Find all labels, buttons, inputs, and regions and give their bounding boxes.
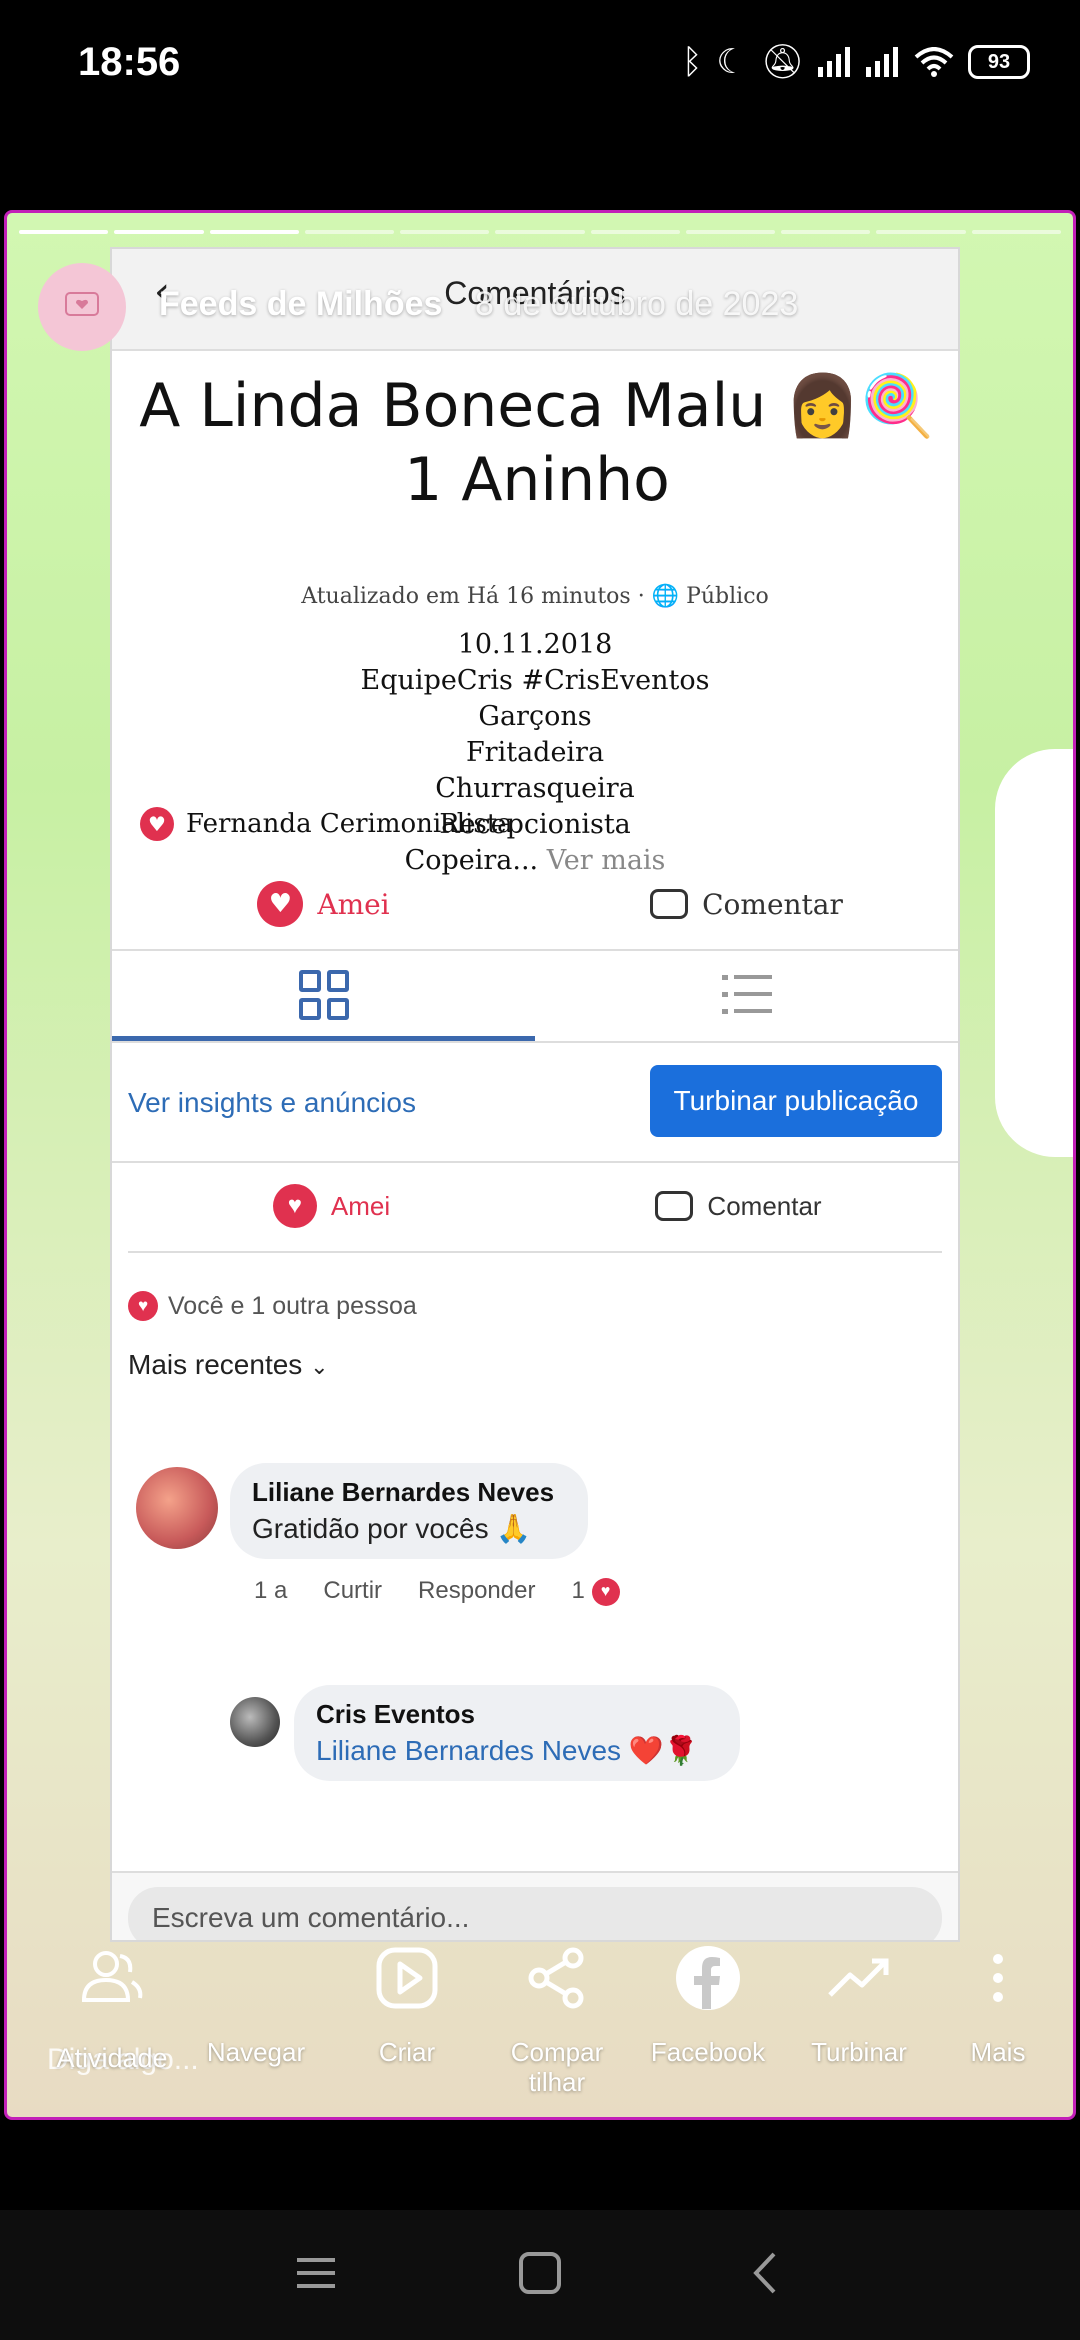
story-date: 8 de outubro de 2023: [475, 285, 799, 323]
signal-icon: [818, 47, 850, 77]
create-label: Criar: [378, 2037, 436, 2067]
activity-button[interactable]: Atividade: [37, 1933, 187, 2073]
reactor-line: ♥ Fernanda Cerimonialista: [140, 807, 513, 841]
wifi-icon: [914, 47, 954, 77]
post-screenshot: ‹ Comentários A Linda Boneca Malu 👩🍭 1 A…: [110, 247, 960, 1942]
page-avatar[interactable]: [38, 263, 126, 351]
comment-reactions: 1 ♥: [571, 1577, 620, 1606]
grid-icon: [298, 970, 349, 1020]
heart-icon: ♥: [272, 1184, 317, 1228]
view-tabs: [112, 949, 958, 1043]
post-meta: Atualizado em Há 16 minutos · 🌐 Público: [301, 584, 769, 609]
boost-post-button: Turbinar publicação: [650, 1065, 942, 1137]
more-button[interactable]: Mais: [923, 1933, 1073, 2067]
tab-list: [535, 949, 958, 1041]
comment-icon: [650, 889, 689, 919]
avatar: [230, 1697, 280, 1747]
create-button[interactable]: Criar: [332, 1933, 482, 2067]
status-icons: ᛒ ☾ 🔕︎ 93: [682, 42, 1030, 82]
comment-author: Liliane Bernardes Neves: [252, 1477, 555, 1507]
comment-label: Comentar: [702, 887, 843, 921]
people-icon: [81, 1951, 143, 2002]
bluetooth-icon: ᛒ: [681, 42, 703, 82]
browse-label: Navegar: [206, 2037, 306, 2067]
body-line: Garçons: [478, 701, 592, 732]
love-label: Amei: [330, 1190, 391, 1221]
activity-label: Atividade: [56, 2043, 168, 2073]
boost-button[interactable]: Turbinar: [784, 1933, 934, 2067]
body-line: Churrasqueira: [435, 773, 635, 804]
love-button: ♥ Amei: [112, 859, 535, 949]
story-page-name[interactable]: Feeds de Milhões: [159, 285, 442, 324]
trend-icon: [828, 1958, 889, 1997]
comment-reply-link: Responder: [418, 1577, 536, 1605]
avatar: [136, 1467, 218, 1549]
status-time: 18:56: [78, 40, 181, 84]
insights-link: Ver insights e anúncios: [128, 1087, 416, 1118]
body-line: Fritadeira: [465, 737, 605, 768]
sort-selector: Mais recentes ⌄: [128, 1349, 329, 1381]
body-line: EquipeCris #CrisEventos: [360, 665, 710, 696]
comment-text: Gratidão por vocês 🙏: [252, 1513, 532, 1544]
more-vertical-icon: [993, 1954, 1003, 2002]
moon-icon: ☾: [716, 42, 747, 82]
signal-icon: [866, 47, 898, 77]
list-icon: [721, 975, 772, 1014]
comment-like-link: Curtir: [323, 1577, 383, 1605]
comment-button: Comentar: [535, 1161, 942, 1251]
story-actions: Atividade Navegar Criar Compar tilhar Fac…: [7, 1933, 1073, 2117]
action-row-2: ♥ Amei Comentar: [128, 1161, 942, 1253]
comment-bubble: Liliane Bernardes Neves Gratidão por voc…: [230, 1463, 588, 1559]
comment-meta: 1 a Curtir Responder 1 ♥: [254, 1577, 620, 1606]
comment-author: Cris Eventos: [316, 1699, 475, 1729]
share-button[interactable]: Compar tilhar: [482, 1933, 632, 2097]
love-button: ♥ Amei: [128, 1161, 535, 1251]
chat-heart-icon: [65, 292, 99, 316]
post-body: 10.11.2018 EquipeCris #CrisEventos Garço…: [112, 627, 958, 879]
heart-icon: ♥: [591, 1577, 620, 1606]
more-label: Mais: [970, 2037, 1026, 2067]
recents-icon[interactable]: [295, 2248, 337, 2298]
comment-button: Comentar: [535, 859, 958, 949]
facebook-icon: [676, 1946, 740, 2010]
system-nav-bar: [0, 2210, 1080, 2340]
likes-text: Você e 1 outra pessoa: [168, 1291, 417, 1320]
reactor-name: Fernanda Cerimonialista: [186, 809, 513, 839]
browse-button[interactable]: Navegar: [181, 1933, 331, 2067]
comment-bubble: Cris Eventos Liliane Bernardes Neves ❤️🌹: [294, 1685, 740, 1781]
home-icon[interactable]: [518, 2248, 562, 2298]
comment-label: Comentar: [707, 1190, 822, 1221]
story-viewer[interactable]: ‹ Comentários A Linda Boneca Malu 👩🍭 1 A…: [4, 210, 1076, 2120]
play-icon: [376, 1947, 438, 2009]
facebook-label: Facebook: [650, 2037, 766, 2067]
battery-indicator: 93: [968, 45, 1030, 79]
back-icon[interactable]: [748, 2248, 780, 2298]
facebook-button[interactable]: Facebook: [633, 1933, 783, 2067]
share-icon: [528, 1947, 584, 2009]
comment-icon: [655, 1191, 694, 1221]
heart-icon: ♥: [128, 1291, 158, 1321]
story-progress: [19, 230, 1061, 234]
body-line: 10.11.2018: [457, 629, 613, 660]
likes-summary: ♥ Você e 1 outra pessoa: [128, 1291, 417, 1321]
comment-age: 1 a: [254, 1577, 288, 1605]
reaction-count: 1: [571, 1577, 585, 1604]
heart-icon: ♥: [257, 881, 304, 927]
tab-grid: [112, 949, 535, 1041]
sort-label: Mais recentes: [128, 1349, 303, 1380]
share-label: Compar tilhar: [510, 2037, 604, 2097]
insights-row: Ver insights e anúncios Turbinar publica…: [112, 1041, 958, 1163]
chevron-down-icon: ⌄: [310, 1354, 329, 1379]
boost-label: Turbinar: [811, 2037, 907, 2067]
post-title: A Linda Boneca Malu 👩🍭 1 Aninho: [139, 371, 935, 515]
action-row: ♥ Amei Comentar: [112, 859, 958, 951]
comment-composer: Escreva um comentário...: [112, 1871, 958, 1940]
comment-text: Liliane Bernardes Neves ❤️🌹: [316, 1735, 699, 1766]
bell-off-icon: 🔕︎: [760, 42, 804, 82]
heart-icon: ♥: [140, 807, 174, 841]
love-label: Amei: [317, 887, 390, 921]
side-panel-handle[interactable]: [995, 749, 1073, 1157]
